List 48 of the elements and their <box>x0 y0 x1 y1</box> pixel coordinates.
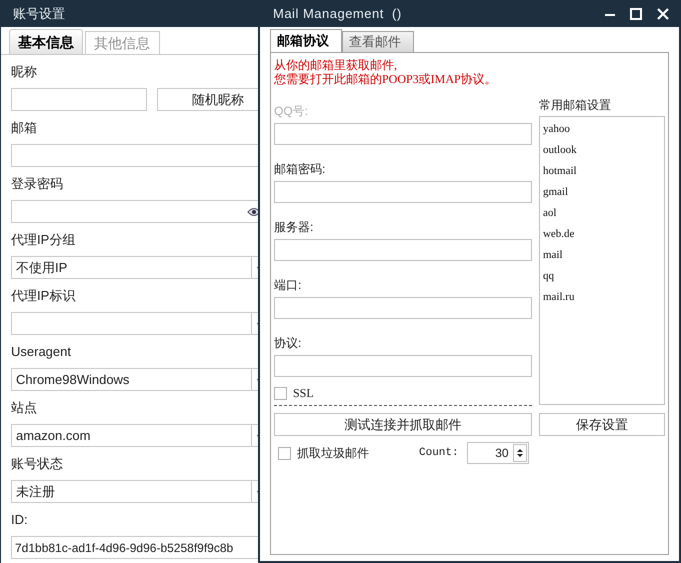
field-label: 代理IP标识 <box>11 286 76 305</box>
list-item[interactable]: mail.ru <box>542 287 664 308</box>
list-item[interactable]: aol <box>542 203 664 224</box>
field-label: 端口: <box>274 277 302 294</box>
list-item[interactable]: mail <box>542 245 664 266</box>
field-label: 邮箱密码: <box>274 161 326 178</box>
save-settings-button[interactable]: 保存设置 <box>538 413 665 436</box>
notice-text: 从你的邮箱里获取邮件, <box>274 58 398 72</box>
input-field[interactable] <box>11 88 147 111</box>
field-label: 登录密码 <box>11 174 64 193</box>
field-label: ID: <box>11 510 29 529</box>
tab[interactable]: 基本信息 <box>9 29 83 54</box>
list-title: 常用邮箱设置 <box>538 97 612 112</box>
list-item[interactable]: outlook <box>542 140 664 161</box>
window-title: 账号设置 <box>13 4 65 23</box>
maximize-icon[interactable] <box>630 8 642 20</box>
list-item[interactable]: yahoo <box>542 119 664 140</box>
field-label: Useragent <box>11 342 72 361</box>
close-icon[interactable] <box>657 8 669 20</box>
field-label: 邮箱 <box>11 118 38 137</box>
test-connection-button[interactable]: 测试连接并抓取邮件 <box>274 413 532 436</box>
list-item[interactable]: web.de <box>542 224 664 245</box>
field-label: 站点 <box>11 398 38 417</box>
checkbox[interactable] <box>274 386 287 400</box>
input-field[interactable] <box>274 355 532 377</box>
checkbox[interactable] <box>278 446 291 460</box>
tab[interactable]: 邮箱协议 <box>270 29 342 52</box>
field-label: 代理IP分组 <box>11 230 76 249</box>
window-title: Mail Management () <box>273 4 402 23</box>
input-field[interactable] <box>274 239 532 261</box>
notice-text: 您需要打开此邮箱的POOP3或IMAP协议。 <box>274 72 498 86</box>
input-field[interactable] <box>274 297 532 319</box>
input-field[interactable] <box>274 123 532 145</box>
tab[interactable]: 查看邮件 <box>342 31 414 52</box>
input-field[interactable] <box>274 181 532 203</box>
count-spinner[interactable]: 30 <box>466 442 529 464</box>
field-label: QQ号: <box>274 103 310 120</box>
field-label: 昵称 <box>11 62 38 81</box>
checkbox-label: 抓取垃圾邮件 <box>297 445 369 462</box>
field-label: 协议: <box>274 335 302 352</box>
field-label: 账号状态 <box>11 454 64 473</box>
count-label: Count: <box>419 446 459 461</box>
field-label: 服务器: <box>274 219 314 236</box>
list-item[interactable]: qq <box>542 266 664 287</box>
checkbox-label: SSL <box>293 385 314 402</box>
list-item[interactable]: hotmail <box>542 161 664 182</box>
list-item[interactable]: gmail <box>542 182 664 203</box>
spin-arrows-icon[interactable] <box>512 444 527 462</box>
